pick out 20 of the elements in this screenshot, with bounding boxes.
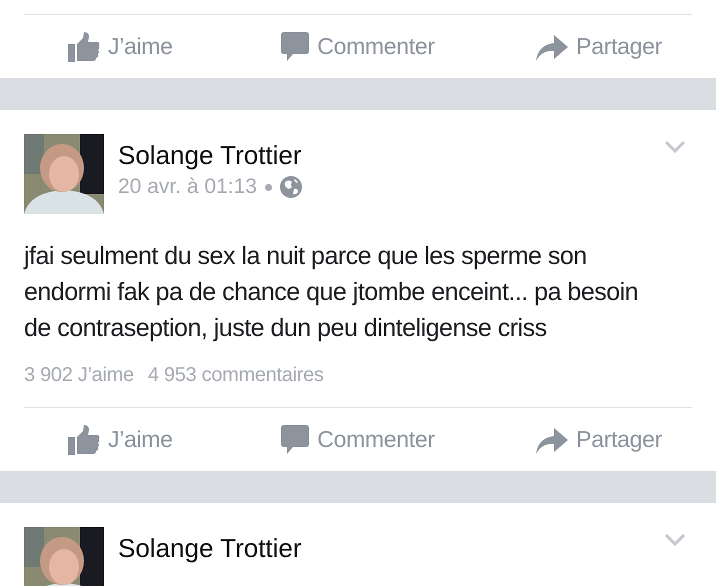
thumbs-up-icon (68, 32, 100, 62)
share-button[interactable]: Partager (469, 408, 692, 471)
speech-bubble-icon (281, 32, 310, 62)
like-count[interactable]: 3 902 J’aime (24, 364, 134, 387)
chevron-down-icon (664, 140, 686, 154)
speech-bubble-icon (281, 424, 310, 454)
author-name[interactable]: Solange Trottier (118, 140, 650, 171)
share-arrow-icon (536, 426, 568, 454)
like-button[interactable]: J’aime (24, 15, 247, 78)
post-text: jfai seulment du sex la nuit parce que les sperme son endormi fak pa de chance que jtombe enceint... pa besoin de contraseption, juste dun peu dinteligense criss (24, 241, 640, 344)
comment-count[interactable]: 4 953 commentaires (148, 364, 324, 387)
separator-dot (264, 184, 272, 190)
thumbs-up-icon (68, 424, 100, 454)
post-time[interactable]: 20 avr. à 01:13 (118, 175, 257, 199)
chevron-down-icon (664, 533, 686, 547)
comment-button[interactable]: Commenter (246, 408, 470, 471)
share-arrow-icon (536, 32, 568, 60)
share-button[interactable]: Partager (469, 15, 692, 78)
like-button[interactable]: J’aime (24, 408, 247, 471)
comment-button[interactable]: Commenter (246, 15, 470, 78)
